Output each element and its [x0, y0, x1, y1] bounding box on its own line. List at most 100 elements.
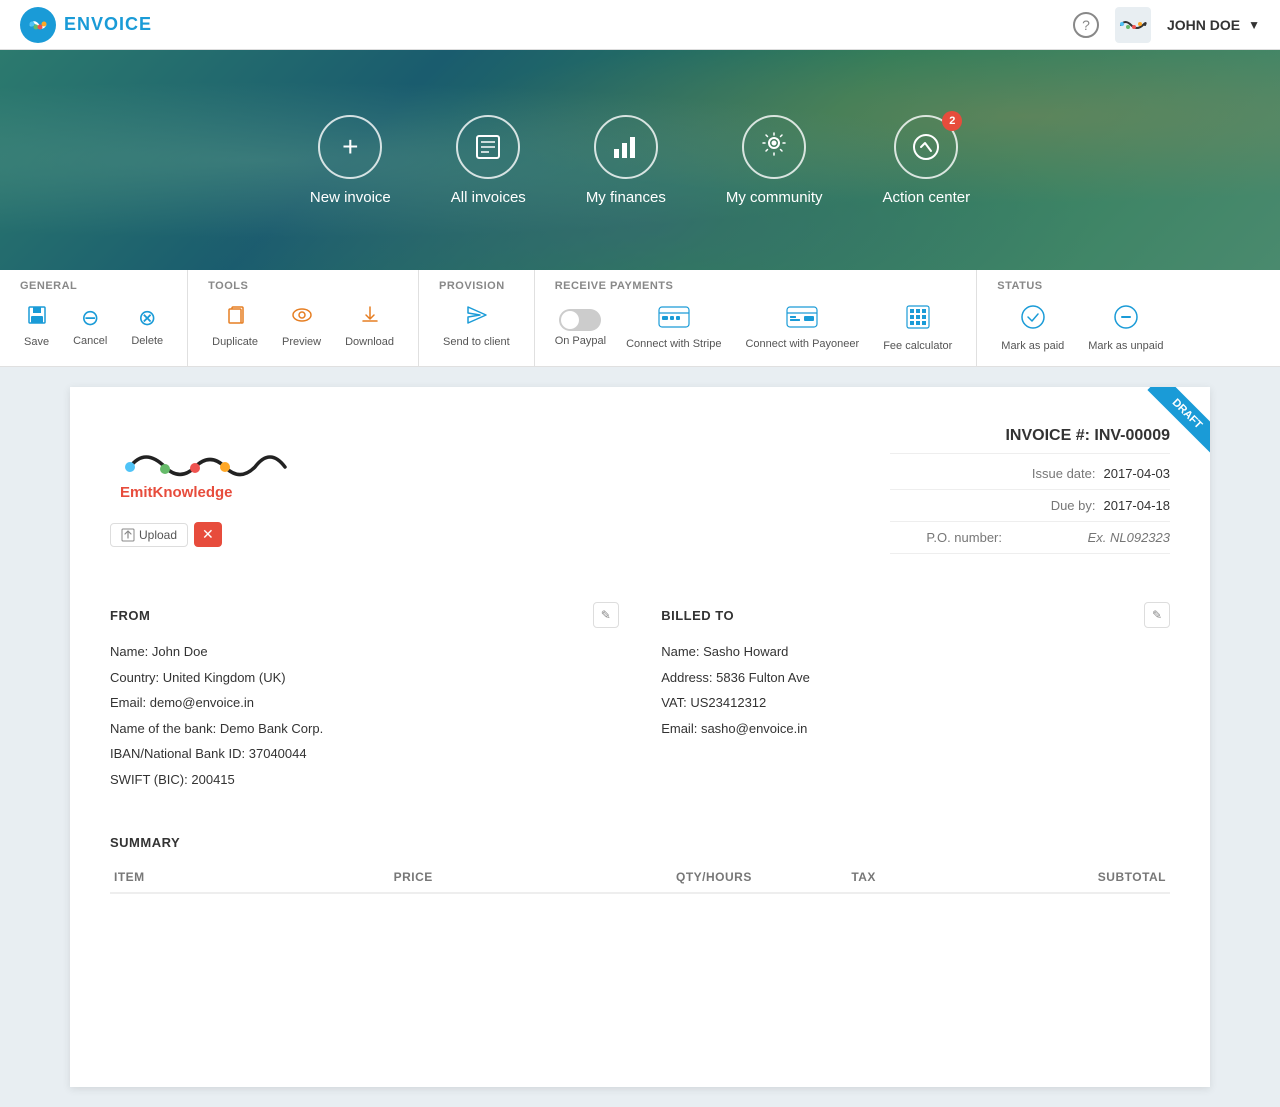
issue-date-label: Issue date:: [1032, 466, 1096, 481]
nav-my-finances[interactable]: My finances: [586, 115, 666, 206]
connect-stripe-button[interactable]: Connect with Stripe: [622, 302, 725, 354]
mark-paid-icon: [1020, 304, 1046, 336]
po-number-field: P.O. number:: [890, 530, 1170, 554]
chevron-down-icon: ▼: [1248, 18, 1260, 32]
billed-to-block: BILLED TO ✎ Name: Sasho Howard Address: …: [661, 602, 1170, 795]
draft-label: DRAFT: [1147, 387, 1210, 454]
due-by-label: Due by:: [1051, 498, 1096, 513]
save-icon: [26, 304, 48, 332]
new-invoice-icon: +: [318, 115, 382, 179]
po-number-label: P.O. number:: [926, 530, 1002, 545]
tools-actions: Duplicate Preview Downlo: [208, 300, 398, 352]
mark-paid-label: Mark as paid: [1001, 340, 1064, 352]
billing-section: FROM ✎ Name: John Doe Country: United Ki…: [110, 602, 1170, 795]
main-nav: + New invoice All invoices: [310, 115, 970, 206]
po-number-input[interactable]: [1010, 530, 1170, 545]
save-label: Save: [24, 336, 49, 348]
fee-calculator-button[interactable]: Fee calculator: [879, 300, 956, 356]
remove-logo-button[interactable]: ✕: [194, 522, 222, 547]
provision-actions: Send to client: [439, 300, 514, 352]
preview-button[interactable]: Preview: [278, 300, 325, 352]
help-button[interactable]: ?: [1073, 12, 1099, 38]
invoice-header: EmitKnowledge Upload ✕: [110, 427, 1170, 562]
col-item: ITEM: [110, 862, 257, 893]
status-actions: Mark as paid Mark as unpaid: [997, 300, 1167, 356]
mark-unpaid-button[interactable]: Mark as unpaid: [1084, 300, 1167, 356]
fee-calculator-label: Fee calculator: [883, 340, 952, 352]
download-button[interactable]: Download: [341, 300, 398, 352]
invoice-details: INVOICE #: INV-00009 Issue date: 2017-04…: [890, 427, 1170, 562]
tools-label: TOOLS: [208, 280, 398, 292]
main-content: DRAFT EmitKnowledge: [0, 367, 1280, 1107]
duplicate-button[interactable]: Duplicate: [208, 300, 262, 352]
billed-to-title: BILLED TO: [661, 608, 734, 623]
preview-label: Preview: [282, 336, 321, 348]
new-invoice-label: New invoice: [310, 189, 391, 206]
all-invoices-icon: [456, 115, 520, 179]
provision-label: PROVISION: [439, 280, 514, 292]
toolbar-receive-payments: RECEIVE PAYMENTS On Paypal Con: [555, 270, 978, 366]
billed-to-name: Name: Sasho Howard: [661, 642, 1170, 662]
upload-button[interactable]: Upload: [110, 523, 188, 547]
help-icon: ?: [1082, 17, 1090, 33]
from-name: Name: John Doe: [110, 642, 619, 662]
billed-to-header: BILLED TO ✎: [661, 602, 1170, 628]
delete-button[interactable]: ⊗ Delete: [127, 301, 167, 351]
from-country: Country: United Kingdom (UK): [110, 668, 619, 688]
logo-icon: [20, 7, 56, 43]
action-center-label: Action center: [883, 189, 971, 206]
cancel-button[interactable]: ⊖ Cancel: [69, 301, 111, 351]
toolbar-provision: PROVISION Send to client: [439, 270, 535, 366]
nav-new-invoice[interactable]: + New invoice: [310, 115, 391, 206]
stripe-label: Connect with Stripe: [626, 338, 721, 350]
close-icon: ✕: [202, 526, 214, 542]
due-by-value: 2017-04-18: [1104, 498, 1171, 513]
mark-unpaid-label: Mark as unpaid: [1088, 340, 1163, 352]
toolbar-tools: TOOLS Duplicate Preview: [208, 270, 419, 366]
summary-title: SUMMARY: [110, 835, 1170, 850]
col-subtotal: SUBTOTAL: [880, 862, 1170, 893]
billed-to-vat: VAT: US23412312: [661, 693, 1170, 713]
connect-payoneer-button[interactable]: Connect with Payoneer: [741, 302, 863, 354]
nav-action-center[interactable]: 2 Action center: [883, 115, 971, 206]
payoneer-icon: [786, 306, 818, 334]
col-price: PRICE: [257, 862, 437, 893]
stripe-icon: [658, 306, 690, 334]
duplicate-label: Duplicate: [212, 336, 258, 348]
user-menu[interactable]: JOHN DOE ▼: [1167, 17, 1260, 33]
edit-billed-to-button[interactable]: ✎: [1144, 602, 1170, 628]
save-button[interactable]: Save: [20, 300, 53, 352]
fee-calculator-icon: [905, 304, 931, 336]
paypal-toggle-wrap: On Paypal: [555, 309, 606, 347]
mark-unpaid-icon: [1113, 304, 1139, 336]
edit-from-button[interactable]: ✎: [593, 602, 619, 628]
nav-all-invoices[interactable]: All invoices: [451, 115, 526, 206]
billed-to-address: Address: 5836 Fulton Ave: [661, 668, 1170, 688]
pencil-icon: ✎: [1152, 608, 1162, 622]
app-header: ENVOICE ? JOHN DOE ▼: [0, 0, 1280, 50]
invoice-number-label: INVOICE #:: [1005, 427, 1094, 444]
hero-section: + New invoice All invoices: [0, 50, 1280, 270]
from-email: Email: demo@envoice.in: [110, 693, 619, 713]
toolbar: GENERAL Save ⊖ Cancel ⊗ Delete: [0, 270, 1280, 367]
summary-table: ITEM PRICE QTY/HOURS TAX SUBTOTAL: [110, 862, 1170, 894]
toolbar-status: STATUS Mark as paid Mark a: [997, 270, 1167, 366]
upload-label: Upload: [139, 528, 177, 542]
cancel-icon: ⊖: [81, 305, 99, 331]
paypal-toggle[interactable]: [559, 309, 601, 331]
svg-text:EmitKnowledge: EmitKnowledge: [120, 484, 233, 501]
duplicate-icon: [224, 304, 246, 332]
summary-section: SUMMARY ITEM PRICE QTY/HOURS TAX SUBTOTA…: [110, 835, 1170, 894]
send-client-button[interactable]: Send to client: [439, 300, 514, 352]
mark-paid-button[interactable]: Mark as paid: [997, 300, 1068, 356]
from-bank: Name of the bank: Demo Bank Corp.: [110, 719, 619, 739]
receive-payments-actions: On Paypal Connect with Stripe: [555, 300, 957, 356]
logo[interactable]: ENVOICE: [20, 7, 152, 43]
nav-my-community[interactable]: My community: [726, 115, 823, 206]
logo-area: EmitKnowledge Upload ✕: [110, 427, 310, 547]
issue-date-field: Issue date: 2017-04-03: [890, 466, 1170, 490]
from-header: FROM ✎: [110, 602, 619, 628]
action-center-icon: 2: [894, 115, 958, 179]
pencil-icon: ✎: [601, 608, 611, 622]
download-label: Download: [345, 336, 394, 348]
